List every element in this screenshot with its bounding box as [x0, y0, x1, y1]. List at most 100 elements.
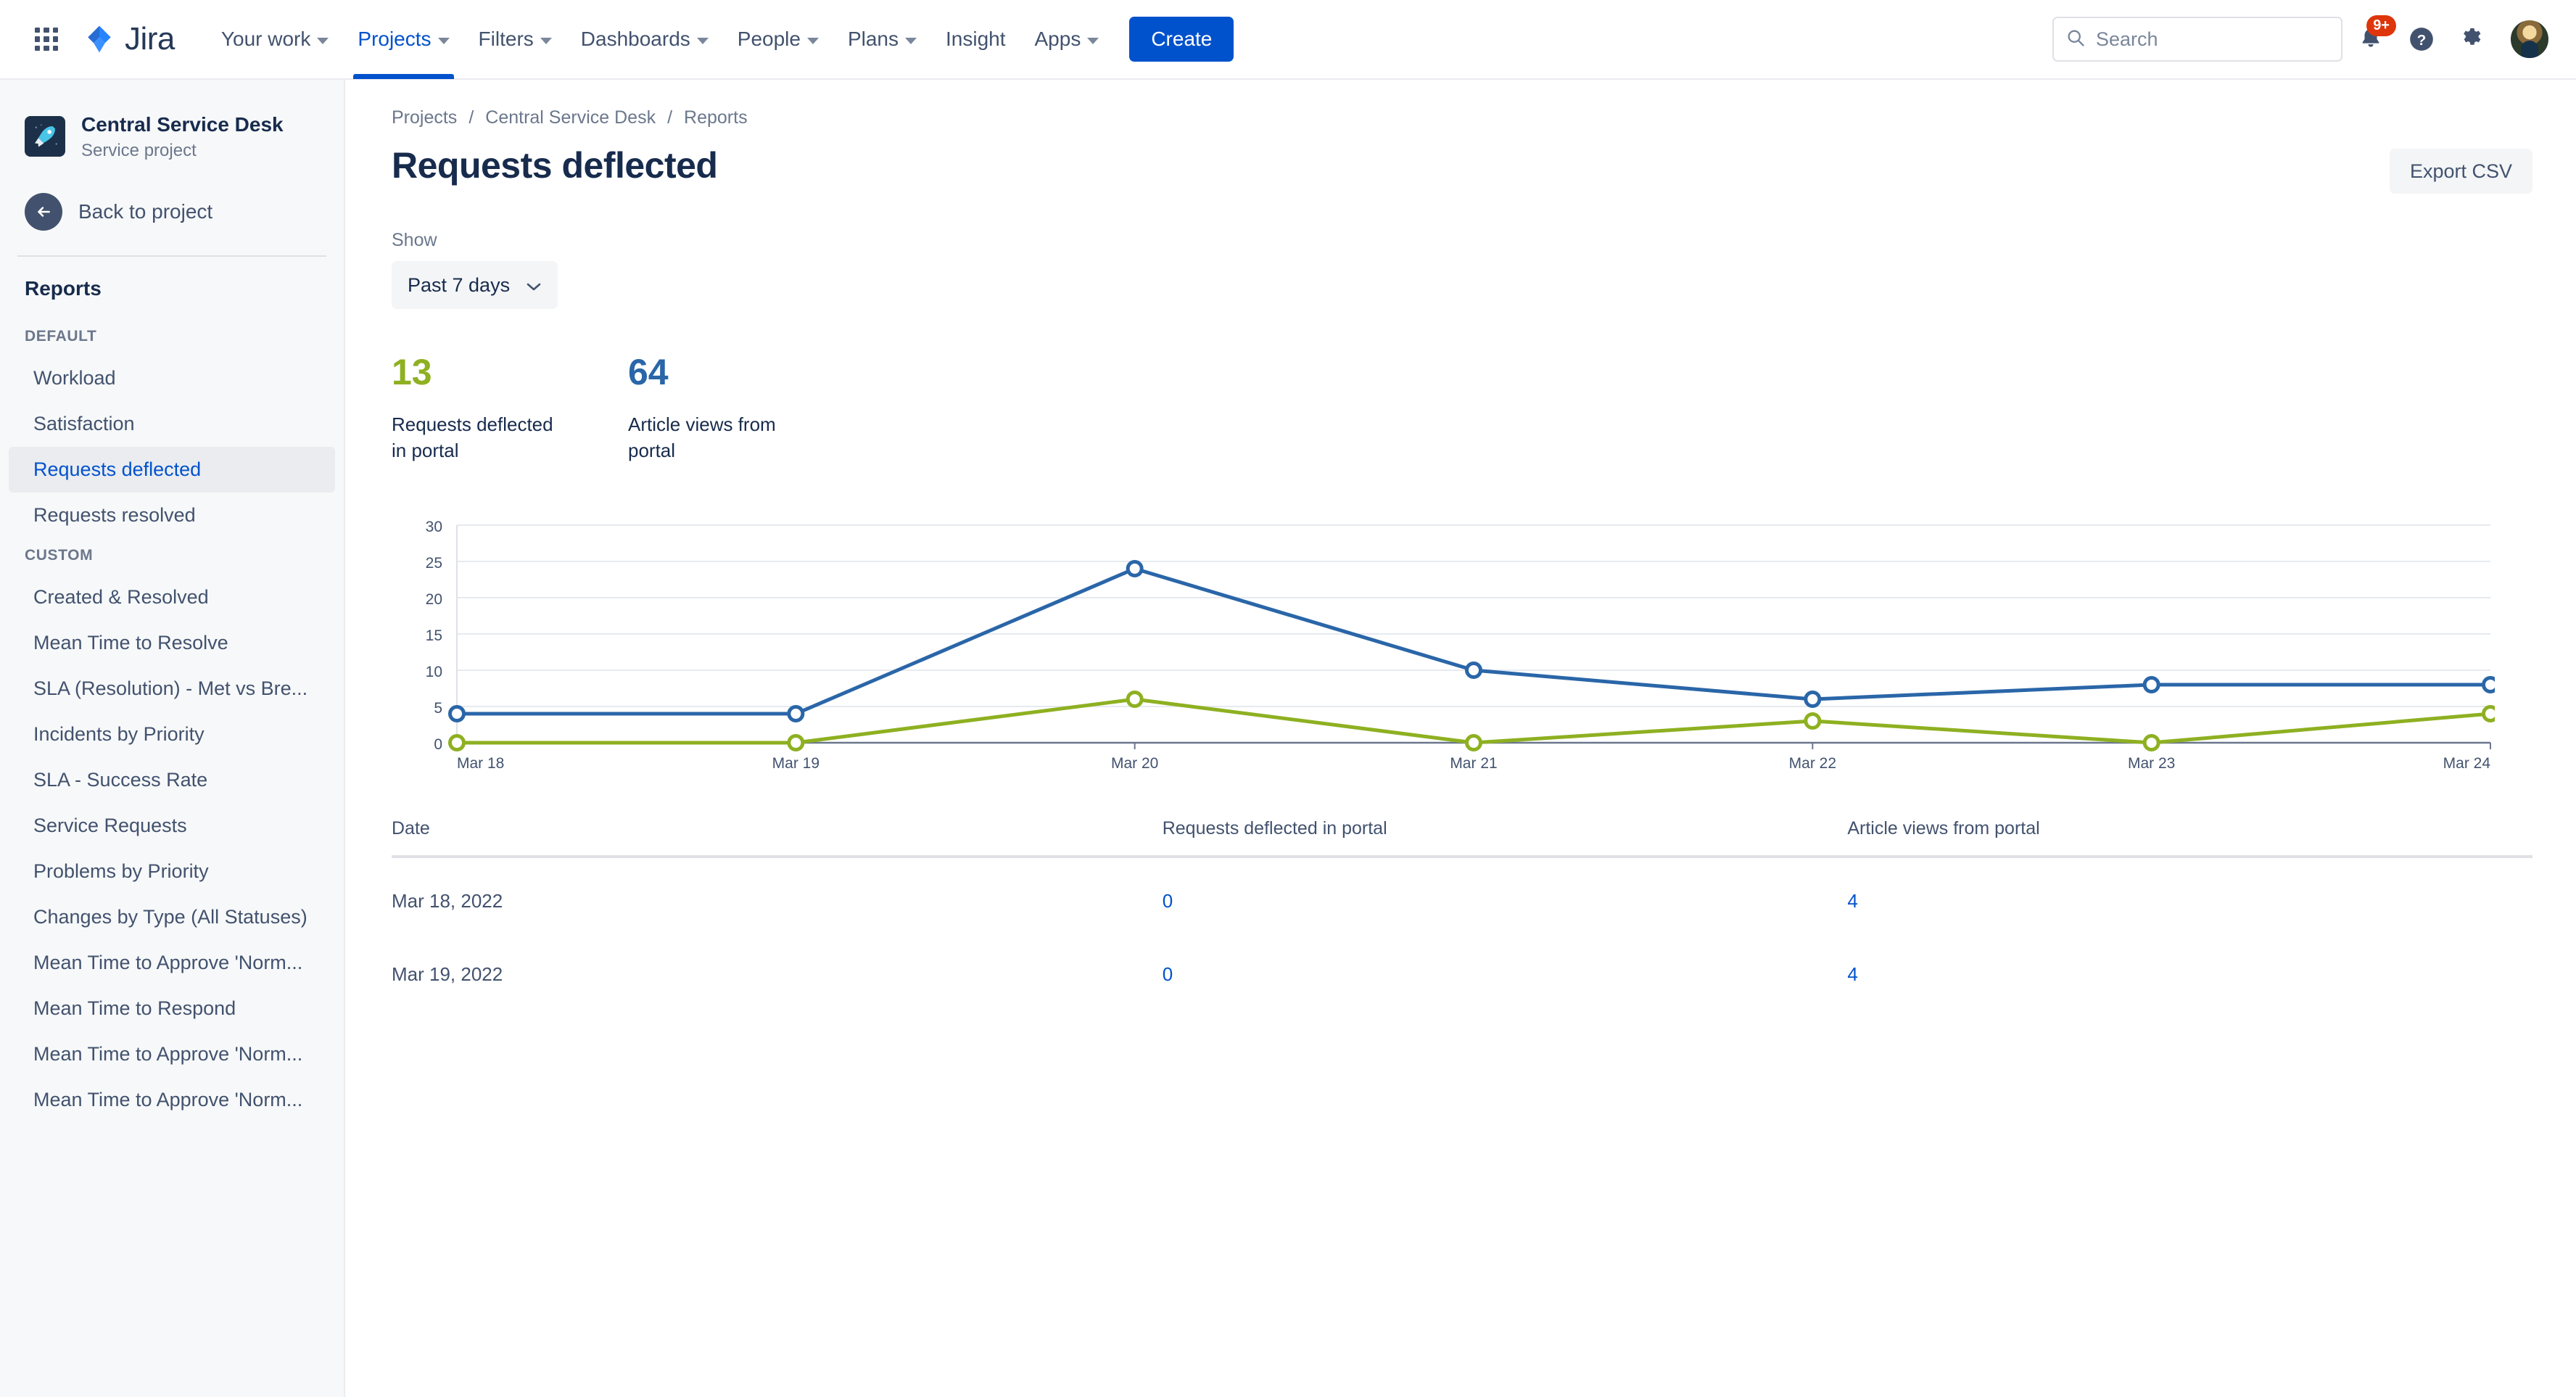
cell-article-views[interactable]: 4 — [1847, 931, 2532, 1005]
chart-data-point[interactable] — [787, 704, 805, 722]
nav-label: Filters — [478, 28, 534, 50]
nav-label: Dashboards — [580, 28, 690, 50]
sidebar-item-created-resolved[interactable]: Created & Resolved — [9, 574, 335, 620]
user-avatar[interactable] — [2509, 19, 2550, 59]
notification-badge: 9+ — [2366, 15, 2396, 36]
chevron-down-icon — [696, 37, 709, 44]
grid-apps-icon[interactable] — [26, 19, 67, 59]
sidebar-item-mean-time-to-approve-3[interactable]: Mean Time to Approve 'Norm... — [9, 1077, 335, 1123]
report-data-table: Date Requests deflected in portal Articl… — [392, 818, 2532, 1005]
search-input[interactable]: Search — [2052, 17, 2342, 62]
create-button[interactable]: Create — [1129, 17, 1234, 62]
y-axis-tick: 25 — [426, 555, 442, 572]
project-meta: Central Service Desk Service project — [81, 112, 284, 161]
chart-data-point[interactable] — [787, 733, 805, 751]
project-header[interactable]: Central Service Desk Service project — [0, 102, 344, 180]
y-axis-tick: 5 — [434, 700, 442, 717]
back-to-project-label: Back to project — [78, 200, 213, 223]
chart-data-point[interactable] — [448, 704, 466, 722]
nav-item-filters[interactable]: Filters — [464, 0, 566, 79]
nav-item-plans[interactable]: Plans — [833, 0, 931, 79]
sidebar-item-problems-by-priority[interactable]: Problems by Priority — [9, 849, 335, 894]
chart-data-point[interactable] — [2482, 704, 2496, 722]
sidebar-item-sla-success-rate[interactable]: SLA - Success Rate — [9, 757, 335, 803]
sidebar-group-custom-label: CUSTOM — [25, 547, 94, 564]
back-to-project-button[interactable]: Back to project — [0, 180, 344, 252]
sidebar-item-mean-time-to-approve-2[interactable]: Mean Time to Approve 'Norm... — [9, 1031, 335, 1077]
x-axis-tick: Mar 22 — [1789, 755, 1836, 772]
nav-item-apps[interactable]: Apps — [1020, 0, 1114, 79]
chart-data-point[interactable] — [1804, 690, 1822, 708]
sidebar-item-changes-by-type[interactable]: Changes by Type (All Statuses) — [9, 894, 335, 940]
sidebar-item-requests-deflected[interactable]: Requests deflected — [9, 447, 335, 493]
sidebar-item-mean-time-to-respond[interactable]: Mean Time to Respond — [9, 986, 335, 1031]
sidebar-item-satisfaction[interactable]: Satisfaction — [9, 401, 335, 447]
chart-data-point[interactable] — [2142, 733, 2160, 751]
x-axis-tick: Mar 18 — [457, 755, 504, 772]
breadcrumb-reports[interactable]: Reports — [684, 107, 748, 128]
nav-item-your-work[interactable]: Your work — [207, 0, 343, 79]
rocket-icon — [25, 116, 65, 157]
project-name: Central Service Desk — [81, 113, 284, 136]
chart-line-article-views-from-portal — [455, 566, 2493, 716]
chevron-down-icon — [806, 37, 819, 44]
chart-data-point[interactable] — [2142, 675, 2160, 693]
nav-item-people[interactable]: People — [723, 0, 833, 79]
chart-data-point[interactable] — [1465, 661, 1482, 679]
cell-requests-deflected[interactable]: 0 — [1163, 931, 1848, 1005]
sidebar-item-workload[interactable]: Workload — [9, 355, 335, 401]
nav-item-projects[interactable]: Projects — [343, 0, 463, 79]
y-axis-tick: 30 — [426, 519, 442, 535]
nav-item-insight[interactable]: Insight — [931, 0, 1020, 79]
settings-button[interactable] — [2450, 17, 2495, 62]
nav-label: Your work — [220, 28, 311, 50]
chart-data-point[interactable] — [1465, 733, 1482, 751]
arrow-left-icon — [25, 193, 62, 231]
sidebar-item-requests-resolved[interactable]: Requests resolved — [9, 493, 335, 538]
cell-requests-deflected[interactable]: 0 — [1163, 857, 1848, 931]
y-axis-tick: 10 — [426, 664, 442, 680]
sidebar-item-mean-time-to-resolve[interactable]: Mean Time to Resolve — [9, 620, 335, 666]
sidebar-item-incidents-by-priority[interactable]: Incidents by Priority — [9, 712, 335, 757]
nav-label: Projects — [358, 28, 432, 50]
page-title: Requests deflected — [392, 145, 718, 186]
chart-canvas: 0 5 10 15 20 25 30 Mar 18 Mar 19 Mar 20 Mar 21 Mar … — [426, 519, 2496, 772]
chevron-down-icon — [526, 274, 542, 297]
breadcrumb-central-service-desk[interactable]: Central Service Desk — [485, 107, 656, 128]
nav-label: Insight — [946, 28, 1006, 50]
table-row: Mar 19, 2022 0 4 — [392, 931, 2532, 1005]
help-button[interactable]: ? — [2399, 17, 2444, 62]
app-shell: Central Service Desk Service project Bac… — [0, 80, 2576, 1397]
chart-data-point[interactable] — [2482, 675, 2496, 693]
top-nav-right-cluster: Search 9+ ? — [2052, 15, 2550, 62]
breadcrumb-projects[interactable]: Projects — [392, 107, 457, 128]
nav-label: Plans — [847, 28, 899, 50]
show-filter-label: Show — [392, 230, 437, 250]
cell-date: Mar 19, 2022 — [392, 963, 503, 985]
notifications-button[interactable]: 9+ — [2348, 15, 2396, 62]
show-period-dropdown[interactable]: Past 7 days — [392, 261, 558, 309]
project-sidebar: Central Service Desk Service project Bac… — [0, 80, 345, 1397]
chart-data-point[interactable] — [448, 733, 466, 751]
sidebar-item-service-requests[interactable]: Service Requests — [9, 803, 335, 849]
sidebar-item-mean-time-to-approve-1[interactable]: Mean Time to Approve 'Norm... — [9, 940, 335, 986]
chart-data-point[interactable] — [1804, 712, 1822, 730]
sidebar-item-sla-resolution-met-vs-breached[interactable]: SLA (Resolution) - Met vs Bre... — [9, 666, 335, 712]
jira-home-link[interactable]: Jira — [84, 21, 175, 57]
export-csv-button[interactable]: Export CSV — [2389, 149, 2532, 194]
stat-label: Article views from portal — [628, 413, 776, 461]
svg-text:?: ? — [2417, 32, 2427, 49]
main-content: Projects / Central Service Desk / Report… — [345, 80, 2576, 1397]
search-icon — [2065, 28, 2086, 51]
cell-article-views[interactable]: 4 — [1847, 857, 2532, 931]
y-axis-tick: 15 — [426, 627, 442, 644]
chart-data-point[interactable] — [1126, 690, 1144, 708]
stat-label: Requests deflected in portal — [392, 413, 553, 461]
table-row: Mar 18, 2022 0 4 — [392, 857, 2532, 931]
top-navigation-bar: Jira Your work Projects Filters Dashboar… — [0, 0, 2576, 80]
nav-label: Apps — [1034, 28, 1081, 50]
chart-data-point[interactable] — [1126, 559, 1144, 577]
nav-item-dashboards[interactable]: Dashboards — [566, 0, 723, 79]
stat-value: 64 — [628, 352, 669, 392]
x-axis-tick: Mar 24 — [2443, 755, 2491, 772]
